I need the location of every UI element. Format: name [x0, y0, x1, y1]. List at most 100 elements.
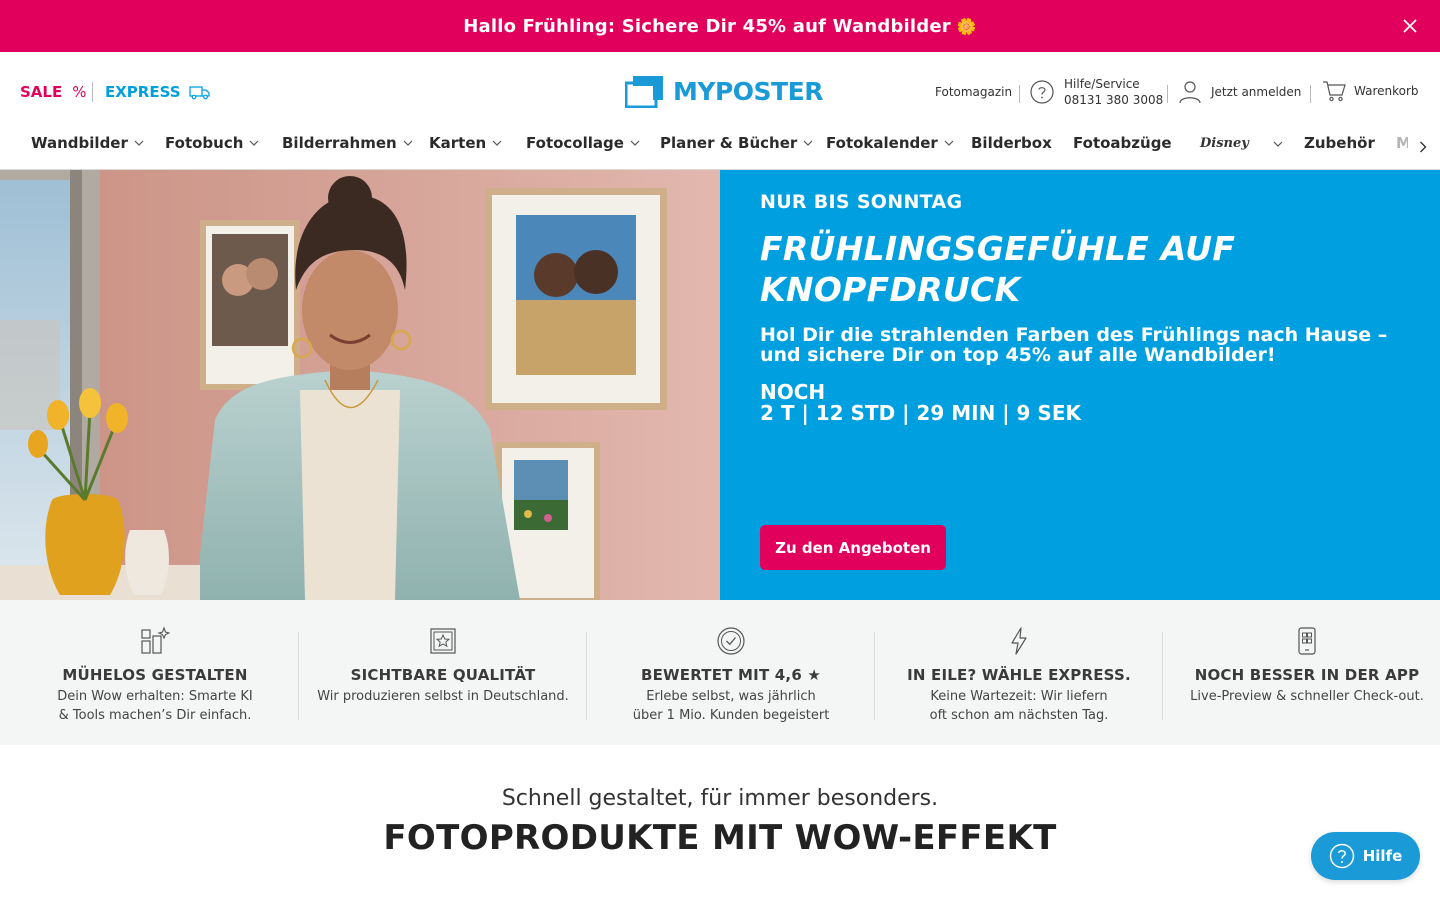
divider	[1310, 85, 1311, 103]
nav-item-disney[interactable]: Disney	[1200, 136, 1283, 151]
logo[interactable]: MYPOSTER	[625, 74, 823, 108]
help-service-link[interactable]: Hilfe/Service 08131 380 3008	[1030, 76, 1163, 108]
usp-line: Erlebe selbst, was jährlich	[646, 689, 816, 704]
chevron-down-icon	[1273, 141, 1283, 147]
usp-line: & Tools machen’s Dir einfach.	[58, 708, 252, 723]
usp-text: Dein Wow erhalten: Smarte KI & Tools mac…	[11, 687, 299, 725]
offers-button[interactable]: Zu den Angeboten	[760, 525, 946, 570]
nav-label: Fotokalender	[826, 134, 938, 152]
quality-star-icon	[430, 628, 456, 654]
usp-line: oft schon am nächsten Tag.	[929, 708, 1109, 723]
design-tools-icon	[141, 626, 170, 654]
phone-app-icon	[1298, 627, 1316, 655]
nav-item-fotokalender[interactable]: Fotokalender	[826, 134, 954, 152]
usp-text: Wir produzieren selbst in Deutschland.	[299, 687, 587, 706]
logo-text: MYPOSTER	[673, 76, 823, 106]
nav-item-planer-buecher[interactable]: Planer & Bücher	[660, 134, 813, 152]
user-icon	[1179, 81, 1201, 104]
help-button-label: Hilfe	[1362, 847, 1403, 865]
nav-item-karten[interactable]: Karten	[429, 134, 502, 152]
logo-icon	[625, 76, 663, 108]
usp-title: NOCH BESSER IN DER APP	[1194, 666, 1420, 684]
chevron-down-icon	[944, 140, 954, 146]
express-label: EXPRESS	[105, 83, 181, 101]
usp-line: Wir produzieren selbst in Deutschland.	[317, 689, 569, 704]
help-label: Hilfe/Service	[1064, 77, 1140, 91]
hero-title-line: KNOPFDRUCK	[760, 270, 1021, 309]
promo-banner[interactable]: Hallo Frühling: Sichere Dir 45% auf Wand…	[0, 0, 1440, 52]
usp-item: BEWERTET MIT 4,6 ★ Erlebe selbst, was jä…	[587, 600, 875, 745]
fotomagazin-link[interactable]: Fotomagazin	[935, 85, 1012, 99]
nav-label: Fotocollage	[526, 134, 624, 152]
cart-link[interactable]: Warenkorb	[1322, 80, 1419, 102]
hero-photo	[0, 170, 720, 600]
help-circle-icon	[1329, 843, 1354, 869]
usp-line: über 1 Mio. Kunden begeistert	[632, 708, 830, 723]
chevron-down-icon	[249, 140, 259, 146]
countdown-timer: 2 T | 12 STD | 29 MIN | 9 SEK	[760, 401, 1081, 425]
usp-title: IN EILE? WÄHLE EXPRESS.	[907, 666, 1131, 684]
help-button[interactable]: Hilfe	[1311, 832, 1420, 880]
section-title: FOTOPRODUKTE MIT WOW-EFFEKT	[383, 818, 1057, 858]
chevron-right-icon	[1420, 141, 1427, 153]
chevron-down-icon	[492, 140, 502, 146]
divider	[1167, 85, 1168, 103]
hero-title: FRÜHLINGSGEFÜHLE AUF KNOPFDRUCK	[760, 228, 1400, 310]
nav-scroll-right-button[interactable]	[1408, 136, 1438, 158]
login-link[interactable]: Jetzt anmelden	[1179, 80, 1301, 104]
countdown-label: NOCH	[760, 380, 826, 404]
site-header: SALE % EXPRESS MYPOSTER Fotomagazin Hilf…	[0, 52, 1440, 132]
flower-icon: 🌼	[956, 16, 977, 36]
usp-item: NOCH BESSER IN DER APP Live-Preview & sc…	[1163, 600, 1440, 745]
main-navigation: Wandbilder Fotobuch Bilderrahmen Karten …	[0, 122, 1440, 170]
close-icon[interactable]	[1398, 14, 1422, 38]
usp-line: Live-Preview & schneller Check-out.	[1190, 689, 1424, 704]
usp-title: MÜHELOS GESTALTEN	[62, 666, 248, 684]
usp-text: Erlebe selbst, was jährlich über 1 Mio. …	[587, 687, 875, 725]
usp-title: BEWERTET MIT 4,6 ★	[640, 666, 822, 684]
login-label: Jetzt anmelden	[1211, 85, 1302, 99]
help-circle-icon	[1030, 80, 1054, 104]
express-link[interactable]: EXPRESS	[105, 83, 211, 101]
hero-title-line: FRÜHLINGSGEFÜHLE AUF	[760, 229, 1236, 268]
nav-label: Fotobuch	[165, 134, 244, 152]
fotomagazin-label: Fotomagazin	[935, 85, 1013, 99]
help-phone: 08131 380 3008	[1064, 93, 1164, 107]
sale-link[interactable]: SALE %	[20, 83, 86, 101]
nav-label: Bilderrahmen	[282, 134, 397, 152]
usp-item: SICHTBARE QUALITÄT Wir produzieren selbs…	[299, 600, 587, 745]
chevron-down-icon	[134, 140, 144, 146]
percent-icon: %	[72, 83, 87, 101]
divider	[1019, 85, 1020, 103]
hero-panel: NUR BIS SONNTAG FRÜHLINGSGEFÜHLE AUF KNO…	[720, 170, 1440, 600]
nav-label: Wandbilder	[31, 134, 128, 152]
usp-line: Dein Wow erhalten: Smarte KI	[57, 689, 253, 704]
chevron-down-icon	[630, 140, 640, 146]
nav-label: Planer & Bücher	[660, 134, 798, 152]
nav-item-bilderrahmen[interactable]: Bilderrahmen	[282, 134, 413, 152]
chevron-down-icon	[403, 140, 413, 146]
nav-label: Fotoabzüge	[1073, 134, 1172, 152]
nav-item-bilderbox[interactable]: Bilderbox	[971, 134, 1052, 152]
nav-label: Karten	[429, 134, 487, 152]
usp-item: IN EILE? WÄHLE EXPRESS. Keine Wartezeit:…	[875, 600, 1163, 745]
cart-icon	[1323, 81, 1346, 102]
nav-item-wandbilder[interactable]: Wandbilder	[31, 134, 144, 152]
hero-image	[0, 170, 720, 600]
cart-label: Warenkorb	[1354, 84, 1419, 98]
chevron-down-icon	[803, 140, 813, 146]
usp-title: SICHTBARE QUALITÄT	[350, 666, 536, 684]
disney-logo: Disney	[1200, 136, 1249, 151]
usp-item: MÜHELOS GESTALTEN Dein Wow erhalten: Sma…	[11, 600, 299, 745]
nav-item-fotobuch[interactable]: Fotobuch	[165, 134, 259, 152]
nav-label: Zubehör	[1304, 134, 1375, 152]
divider	[92, 82, 93, 102]
lightning-icon	[1011, 627, 1027, 655]
sale-label: SALE	[20, 83, 63, 101]
truck-icon	[188, 86, 210, 100]
nav-item-zubehoer[interactable]: Zubehör	[1304, 134, 1375, 152]
nav-item-fotoabzuege[interactable]: Fotoabzüge	[1073, 134, 1172, 152]
usp-text: Live-Preview & schneller Check-out.	[1163, 687, 1440, 706]
nav-item-fotocollage[interactable]: Fotocollage	[526, 134, 640, 152]
usp-line: Keine Wartezeit: Wir liefern	[930, 689, 1108, 704]
